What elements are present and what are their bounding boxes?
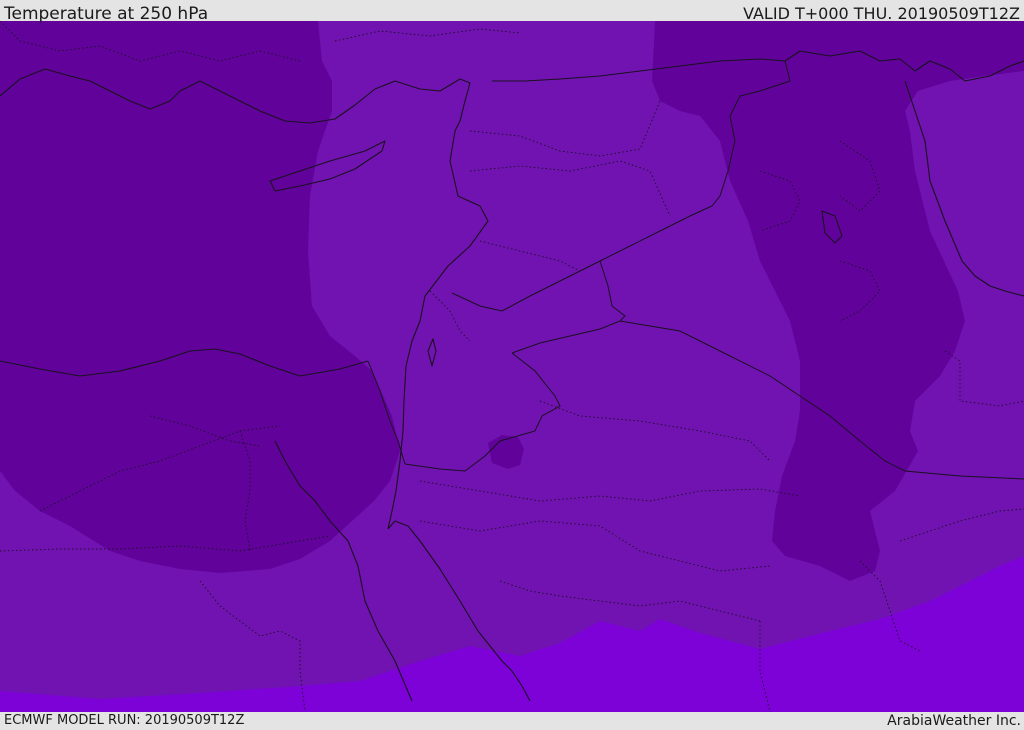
- map-canvas[interactable]: [0, 21, 1024, 712]
- credit-text: ArabiaWeather Inc.: [887, 713, 1021, 729]
- map-svg: [0, 21, 1024, 712]
- valid-time: VALID T+000 THU. 20190509T12Z: [743, 4, 1020, 23]
- header-bar: Temperature at 250 hPa VALID T+000 THU. …: [0, 0, 1024, 24]
- model-run: ECMWF MODEL RUN: 20190509T12Z: [4, 713, 245, 728]
- footer-bar: ECMWF MODEL RUN: 20190509T12Z ArabiaWeat…: [0, 712, 1024, 729]
- map-title: Temperature at 250 hPa: [4, 4, 209, 24]
